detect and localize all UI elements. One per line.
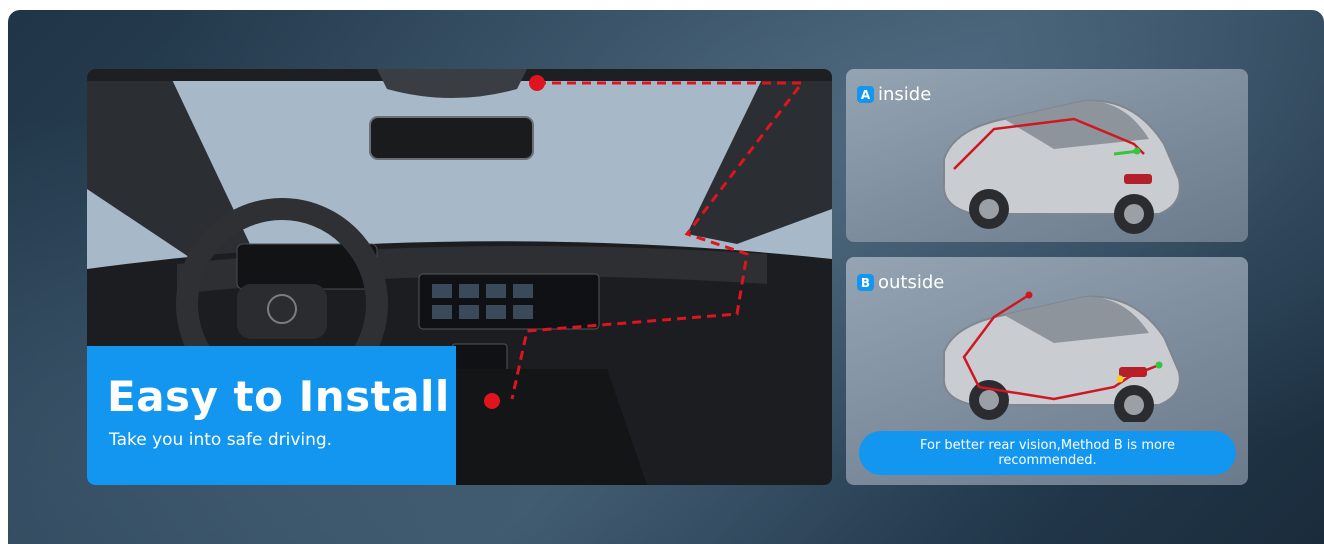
car-cutaway-outside-icon (942, 291, 1181, 422)
caption-box: Easy to Install Take you into safe drivi… (87, 346, 456, 485)
car-interior-photo: Easy to Install Take you into safe drivi… (87, 69, 832, 485)
method-a-badge: A (857, 86, 874, 103)
method-b-badge: B (857, 274, 874, 291)
install-banner: Easy to Install Take you into safe drivi… (8, 10, 1324, 544)
hero-subtitle: Take you into safe driving. (109, 430, 333, 450)
method-b-card: B outside For better rear vision,Method … (846, 257, 1248, 485)
car-cutaway-inside-icon (942, 99, 1181, 234)
hero-title: Easy to Install (107, 372, 450, 421)
method-a-card: A inside (846, 69, 1248, 242)
recommendation-pill: For better rear vision,Method B is more … (859, 431, 1236, 475)
method-a-heading: A inside (857, 84, 931, 105)
method-a-label: inside (878, 84, 932, 105)
method-b-heading: B outside (857, 272, 944, 293)
recommendation-text: For better rear vision,Method B is more … (919, 438, 1175, 468)
